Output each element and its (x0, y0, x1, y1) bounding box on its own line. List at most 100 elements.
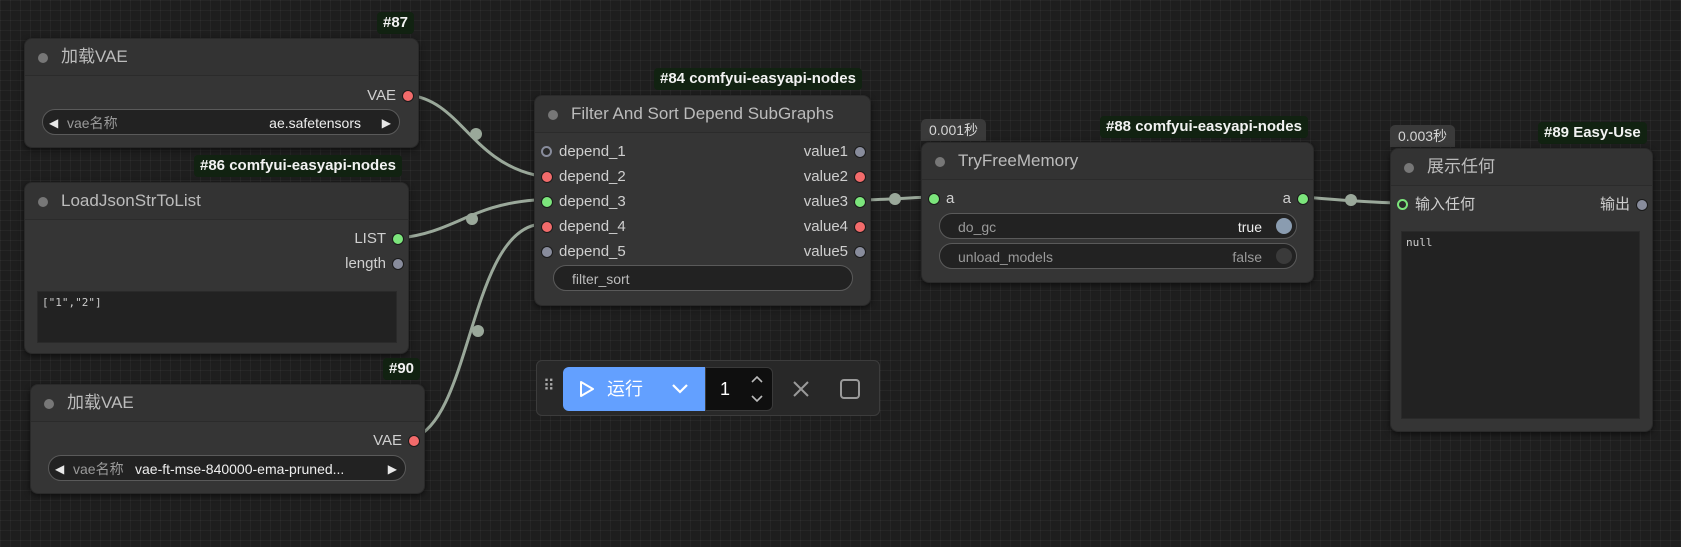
node-title-bar[interactable]: LoadJsonStrToList (25, 183, 408, 220)
toggle-on-knob-icon[interactable] (1276, 218, 1292, 234)
stop-icon[interactable] (839, 378, 861, 400)
output-label-vae: VAE (367, 87, 396, 104)
node-id-badge: #86 comfyui-easyapi-nodes (194, 155, 402, 177)
output-slot-value2[interactable] (854, 171, 866, 183)
wire-midpoint (466, 213, 478, 225)
node-try-free-memory[interactable]: TryFreeMemory a a do_gc true unload_mode… (921, 142, 1314, 283)
input-label-a: a (946, 190, 955, 207)
combo-label: vae名称 (73, 461, 124, 477)
combo-label: vae名称 (67, 115, 118, 131)
run-button[interactable]: 运行 (563, 367, 705, 411)
wire-midpoint (1345, 194, 1357, 206)
input-label-depend-3: depend_3 (559, 193, 626, 210)
node-load-vae-87[interactable]: 加载VAE VAE ◀ vae名称 ae.safetensors ▶ (24, 38, 419, 148)
input-slot-depend-2[interactable] (541, 171, 553, 183)
input-slot-depend-3[interactable] (541, 196, 553, 208)
widget-label: filter_sort (572, 271, 630, 287)
input-slot-anything[interactable] (1397, 199, 1408, 210)
output-slot-length[interactable] (392, 258, 404, 270)
drag-handle-icon[interactable]: ⠿ (543, 378, 555, 396)
toggle-off-knob-icon[interactable] (1276, 248, 1292, 264)
vae-name-combo[interactable]: ◀ vae名称 ae.safetensors ▶ (42, 109, 400, 135)
chevron-down-icon[interactable] (750, 394, 764, 404)
input-slot-depend-5[interactable] (541, 246, 553, 258)
node-id-badge: #89 Easy-Use (1538, 122, 1647, 144)
do-gc-toggle[interactable]: do_gc true (939, 213, 1297, 239)
json-text-area[interactable]: ["1","2"] (37, 291, 397, 343)
arrow-right-icon[interactable]: ▶ (382, 110, 391, 136)
output-label-length: length (345, 255, 386, 272)
input-label-depend-1: depend_1 (559, 143, 626, 160)
vae-name-combo[interactable]: ◀ vae名称 vae-ft-mse-840000-ema-pruned... … (48, 455, 406, 481)
node-load-json-str-to-list[interactable]: LoadJsonStrToList LIST length ["1","2"] (24, 182, 409, 354)
node-load-vae-90[interactable]: 加载VAE VAE ◀ vae名称 vae-ft-mse-840000-ema-… (30, 384, 425, 494)
input-slot-depend-1[interactable] (541, 146, 552, 157)
output-slot-a[interactable] (1297, 193, 1309, 205)
queue-count-value: 1 (720, 379, 731, 399)
close-icon[interactable] (791, 379, 811, 399)
filter-sort-input[interactable]: filter_sort (553, 265, 853, 291)
execution-time: 0.003秒 (1390, 125, 1456, 147)
node-title-bar[interactable]: 加载VAE (25, 39, 418, 76)
combo-value: ae.safetensors (269, 115, 361, 131)
node-id-badge: #84 comfyui-easyapi-nodes (654, 68, 862, 90)
input-label-depend-5: depend_5 (559, 243, 626, 260)
run-label: 运行 (607, 379, 643, 399)
output-slot-list[interactable] (392, 233, 404, 245)
output-slot-vae[interactable] (402, 90, 414, 102)
play-icon (580, 381, 594, 397)
node-title: 展示任何 (1427, 157, 1495, 176)
input-slot-depend-4[interactable] (541, 221, 553, 233)
collapse-dot-icon[interactable] (935, 157, 945, 167)
arrow-right-icon[interactable]: ▶ (388, 456, 397, 482)
output-slot-output[interactable] (1636, 199, 1648, 211)
arrow-left-icon[interactable]: ◀ (55, 456, 64, 482)
collapse-dot-icon[interactable] (548, 110, 558, 120)
chevron-up-icon[interactable] (750, 374, 764, 384)
input-slot-a[interactable] (928, 193, 940, 205)
node-title-bar[interactable]: 加载VAE (31, 385, 424, 422)
arrow-left-icon[interactable]: ◀ (49, 110, 58, 136)
combo-value: vae-ft-mse-840000-ema-pruned... (135, 461, 345, 477)
output-slot-value5[interactable] (854, 246, 866, 258)
collapse-dot-icon[interactable] (38, 53, 48, 63)
node-title: 加载VAE (67, 393, 134, 412)
output-slot-value1[interactable] (854, 146, 866, 158)
input-label-depend-4: depend_4 (559, 218, 626, 235)
output-label-value2: value2 (803, 168, 848, 185)
toggle-value: false (1232, 249, 1262, 265)
output-label-value4: value4 (803, 218, 848, 235)
node-title-bar[interactable]: TryFreeMemory (922, 143, 1313, 180)
output-label-value3: value3 (803, 193, 848, 210)
wire-midpoint (889, 193, 901, 205)
wire-midpoint (470, 128, 482, 140)
output-slot-value3[interactable] (854, 196, 866, 208)
collapse-dot-icon[interactable] (38, 197, 48, 207)
node-filter-and-sort-depend-subgraphs[interactable]: Filter And Sort Depend SubGraphs depend_… (534, 95, 871, 306)
node-id-badge: #90 (383, 358, 421, 380)
queue-count-stepper[interactable]: 1 (705, 367, 773, 411)
toggle-label: do_gc (958, 219, 997, 235)
wire-list-depend3 (399, 198, 536, 240)
unload-models-toggle[interactable]: unload_models false (939, 243, 1297, 269)
wire-midpoint (472, 325, 484, 337)
collapse-dot-icon[interactable] (1404, 163, 1414, 173)
input-label-anything: 输入任何 (1415, 196, 1476, 213)
chevron-down-icon[interactable] (671, 383, 689, 395)
node-title-bar[interactable]: 展示任何 (1391, 149, 1652, 186)
node-id-badge: #88 comfyui-easyapi-nodes (1100, 116, 1308, 138)
node-id-badge: #87 (377, 12, 415, 34)
wire-a-input (1302, 195, 1399, 205)
execution-time: 0.001秒 (921, 119, 987, 141)
node-show-anything[interactable]: 展示任何 输入任何 输出 null (1390, 148, 1653, 432)
node-title: TryFreeMemory (958, 151, 1079, 170)
output-label-a: a (1282, 190, 1291, 207)
node-title-bar[interactable]: Filter And Sort Depend SubGraphs (535, 96, 870, 133)
wire-vae90-depend4 (412, 223, 536, 440)
output-slot-value4[interactable] (854, 221, 866, 233)
collapse-dot-icon[interactable] (44, 399, 54, 409)
node-title: 加载VAE (61, 47, 128, 66)
output-label-value5: value5 (803, 243, 848, 260)
output-slot-vae[interactable] (408, 435, 420, 447)
node-title: LoadJsonStrToList (61, 191, 201, 210)
